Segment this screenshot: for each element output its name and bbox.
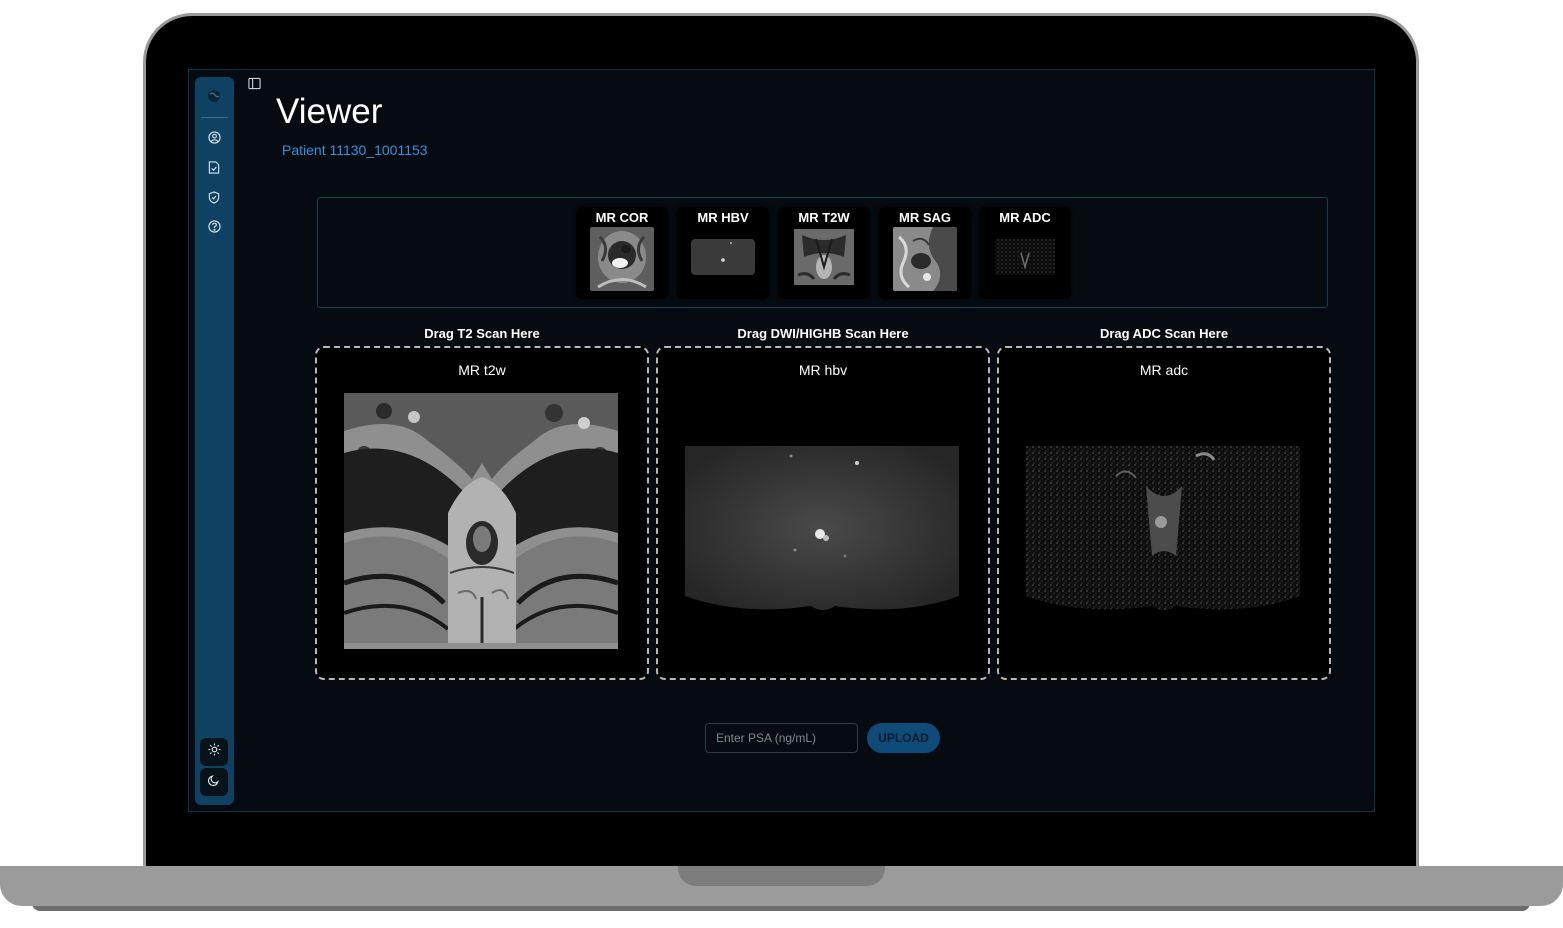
sidebar-toggle-icon[interactable] [248,77,262,91]
sidebar [195,77,234,805]
sun-icon [207,743,221,761]
series-label: MR HBV [697,210,749,225]
series-label: MR ADC [999,210,1051,225]
file-check-icon[interactable] [205,158,223,176]
shield-icon[interactable] [205,188,223,206]
scan-thumbnail-image [590,227,654,291]
scan-thumbnail-image [792,227,856,291]
globe-icon[interactable] [205,87,223,105]
upload-button[interactable]: UPLOAD [867,723,940,753]
t2w-scan-image [344,393,620,665]
dark-theme-button[interactable] [200,768,228,796]
series-label: MR SAG [899,210,951,225]
drop-zone-title: MR t2w [458,362,506,378]
adc-scan-image [1026,446,1300,610]
series-thumbnail-cor[interactable]: MR COR [576,207,668,299]
drop-label-dwi: Drag DWI/HIGHB Scan Here [737,326,909,341]
psa-input[interactable] [705,723,858,753]
drop-zone-title: MR hbv [798,362,848,378]
series-thumbnail-t2w[interactable]: MR T2W [778,207,870,299]
series-label: MR T2W [798,210,850,225]
hbv-scan-image [685,446,959,610]
laptop-notch [678,866,885,886]
series-thumbnail-adc[interactable]: MR ADC [979,207,1071,299]
drop-zone-t2[interactable]: MR t2w [315,346,649,680]
page-title: Viewer [276,92,383,131]
sidebar-divider [201,117,228,118]
app-window: Viewer Patient 11130_1001153 MR COR MR H… [188,69,1375,812]
moon-icon [207,773,220,791]
light-theme-button[interactable] [200,738,228,766]
scan-thumbnail-image [691,227,755,291]
drop-zone-title: MR adc [1139,362,1189,378]
series-label: MR COR [595,210,649,225]
scan-thumbnail-image [893,227,957,291]
user-circle-icon[interactable] [205,128,223,146]
drop-zone-dwi[interactable]: MR hbv [656,346,990,680]
drop-label-adc: Drag ADC Scan Here [1099,326,1229,341]
series-thumbnail-hbv[interactable]: MR HBV [677,207,769,299]
drop-zone-adc[interactable]: MR adc [997,346,1331,680]
drop-label-t2: Drag T2 Scan Here [424,326,540,341]
series-thumbnail-bar: MR COR MR HBV MR T2W MR SAG MR ADC [317,197,1328,308]
series-thumbnail-sag[interactable]: MR SAG [879,207,971,299]
scan-thumbnail-image [993,227,1057,291]
patient-id-link[interactable]: Patient 11130_1001153 [282,142,428,158]
help-circle-icon[interactable] [205,217,223,235]
